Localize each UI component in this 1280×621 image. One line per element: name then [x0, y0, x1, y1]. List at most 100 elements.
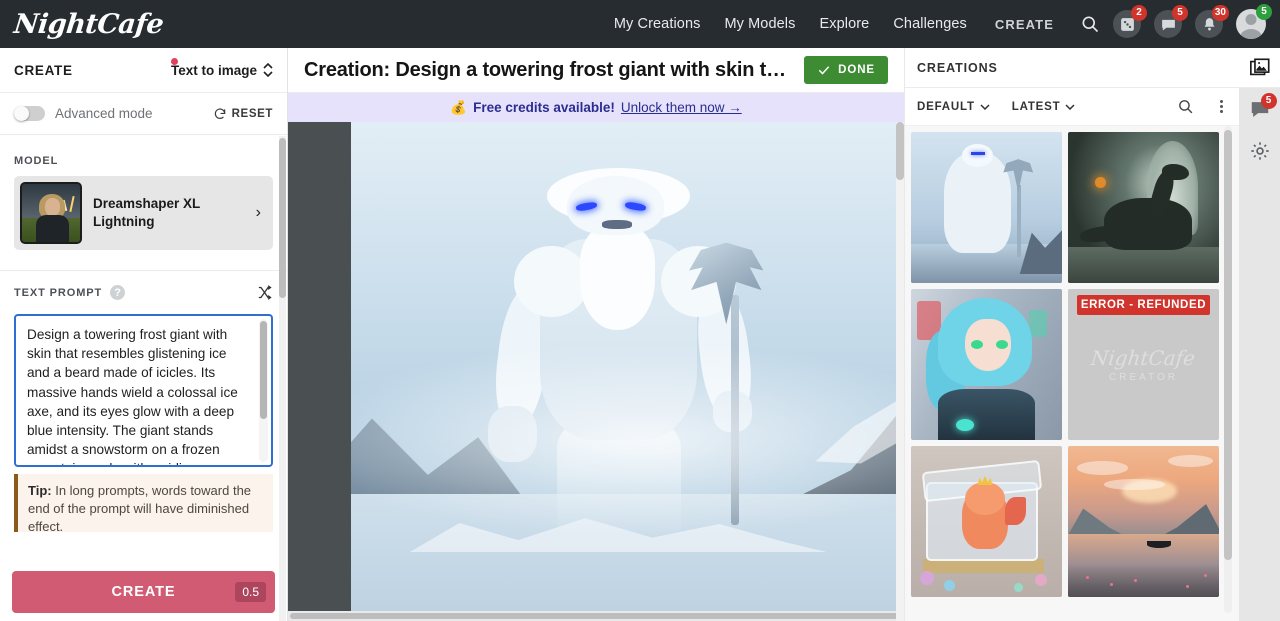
sidebar-scrollbar-thumb[interactable] [279, 138, 286, 298]
tip-prefix: Tip: [28, 483, 52, 498]
creation-thumbnail-frost-giant[interactable] [911, 132, 1062, 283]
thumb-giant-head [962, 144, 993, 167]
canvas-horizontal-scrollbar[interactable] [288, 611, 904, 621]
gallery-toggle-button[interactable] [1249, 57, 1271, 79]
advanced-mode-row: Advanced mode RESET [0, 93, 287, 135]
thumb-axe-shaft [1016, 184, 1022, 258]
sidebar-scrollbar-track[interactable] [279, 136, 286, 621]
thumb-gem [1034, 574, 1047, 587]
thumb-neon-sign-right [1028, 310, 1047, 338]
text-prompt-label: TEXT PROMPT [14, 286, 103, 299]
kebab-dot [1220, 105, 1223, 108]
create-sidebar-header: CREATE Text to image [0, 48, 287, 93]
creations-panel: CREATIONS DEFAULT LATEST ERROR - REFUNDE… [904, 48, 1239, 621]
creation-thumbnail-crystal-dragon[interactable] [911, 446, 1062, 597]
rail-chat-button[interactable]: 5 [1249, 93, 1277, 120]
nav-icon-group: 2 5 30 5 [1080, 4, 1272, 39]
nightcafe-logo[interactable]: NightCafe [12, 9, 164, 40]
creation-thumbnail-error[interactable]: ERROR - REFUNDED NightCafe CREATOR [1068, 289, 1219, 440]
prompt-textarea[interactable]: Design a towering frost giant with skin … [27, 325, 251, 465]
rail-chat-badge: 5 [1260, 93, 1277, 109]
ice-axe-blade [689, 242, 764, 325]
filter-default-dropdown[interactable]: DEFAULT [917, 101, 990, 113]
watermark-line-2: CREATOR [1109, 372, 1178, 383]
creations-search-icon[interactable] [1177, 98, 1194, 115]
money-bag-icon: 💰 [450, 99, 468, 115]
mode-selector[interactable]: Text to image [170, 57, 273, 78]
prompt-scrollbar-track[interactable] [259, 319, 268, 462]
prompt-textarea-wrapper[interactable]: Design a towering frost giant with skin … [14, 314, 273, 467]
chevron-up-down-icon [263, 63, 273, 77]
advanced-mode-toggle[interactable] [14, 106, 45, 121]
chevron-down-icon [980, 103, 990, 110]
dice-button[interactable]: 2 [1113, 5, 1147, 38]
canvas-vscroll-thumb[interactable] [896, 122, 904, 180]
reset-button[interactable]: RESET [213, 107, 273, 121]
user-avatar-button[interactable]: 5 [1236, 4, 1272, 39]
nav-link-my-creations[interactable]: My Creations [614, 16, 701, 32]
search-icon [1082, 16, 1099, 33]
model-thumb-face [45, 198, 60, 216]
creation-thumbnail-cave-dragon[interactable] [1068, 132, 1219, 283]
thumb-box-base [923, 559, 1044, 573]
artwork-scene [351, 122, 904, 611]
nightcafe-watermark: NightCafe CREATOR [1090, 346, 1197, 383]
nav-link-challenges[interactable]: Challenges [893, 16, 967, 32]
status-badge: ERROR - REFUNDED [1077, 295, 1210, 315]
creation-thumbnail-sunset-lake[interactable] [1068, 446, 1219, 597]
image-stack-icon [1249, 57, 1270, 75]
kebab-dot [1220, 100, 1223, 103]
right-icon-rail: 5 [1239, 48, 1280, 621]
prompt-tip: Tip: In long prompts, words toward the e… [14, 474, 273, 532]
nav-create-button[interactable]: CREATE [995, 17, 1054, 32]
creations-scrollbar-thumb[interactable] [1224, 130, 1232, 560]
prompt-scrollbar-thumb[interactable] [260, 321, 267, 419]
messages-button[interactable]: 5 [1154, 5, 1188, 38]
search-button[interactable] [1080, 14, 1100, 34]
model-section-label: MODEL [14, 155, 59, 167]
watermark-line-1: NightCafe [1090, 346, 1197, 370]
creation-thumbnail-anime-girl[interactable] [911, 289, 1062, 440]
gear-icon [1250, 142, 1269, 160]
thumb-baby-dragon-head [965, 482, 1005, 516]
canvas-vertical-scrollbar[interactable] [896, 122, 904, 621]
messages-badge: 5 [1172, 5, 1188, 21]
nav-link-my-models[interactable]: My Models [724, 16, 795, 32]
canvas-hscroll-thumb[interactable] [290, 613, 904, 619]
model-thumbnail [20, 182, 82, 244]
notifications-button[interactable]: 30 [1195, 5, 1229, 38]
giant-icicle-beard [579, 225, 655, 330]
unlock-credits-link[interactable]: Unlock them now → [621, 100, 742, 115]
thumb-cloud [1167, 455, 1213, 468]
help-icon[interactable]: ? [110, 285, 126, 300]
create-button-wrapper: CREATE 0.5 [12, 571, 275, 613]
creations-scrollbar-track[interactable] [1224, 126, 1232, 613]
thumb-giant-eyes [971, 151, 985, 156]
thumb-flower [1185, 584, 1189, 588]
creations-more-menu[interactable] [1216, 100, 1227, 113]
model-name-label: Dreamshaper XL Lightning [93, 195, 201, 229]
generated-artwork[interactable] [351, 122, 904, 611]
avatar-head [1245, 14, 1257, 25]
filter-latest-dropdown[interactable]: LATEST [1012, 101, 1076, 113]
create-button[interactable]: CREATE 0.5 [12, 571, 275, 613]
avatar-badge: 5 [1256, 4, 1272, 20]
shuffle-icon[interactable] [256, 284, 273, 301]
thumb-armor [938, 388, 1035, 440]
avatar-body [1240, 29, 1262, 39]
thumb-giant-body [944, 153, 1011, 253]
thumb-cloud [1077, 461, 1129, 475]
done-button[interactable]: DONE [804, 56, 888, 84]
ice-axe-head [677, 242, 775, 325]
create-button-credits: 0.5 [235, 582, 266, 602]
create-sidebar-scroll: MODEL Dreamshaper XL Lightning › TEXT PR… [0, 135, 287, 621]
creations-filter-bar: DEFAULT LATEST [905, 88, 1239, 126]
model-selector-card[interactable]: Dreamshaper XL Lightning › [14, 176, 273, 250]
thumb-cave-floor [1068, 246, 1219, 283]
creation-main-panel: Creation: Design a towering frost giant … [288, 48, 904, 621]
thumb-boat [1146, 541, 1171, 548]
rail-settings-button[interactable] [1249, 140, 1271, 162]
nav-link-explore[interactable]: Explore [819, 16, 869, 32]
check-icon [818, 66, 830, 75]
mode-selector-label: Text to image [170, 62, 257, 78]
